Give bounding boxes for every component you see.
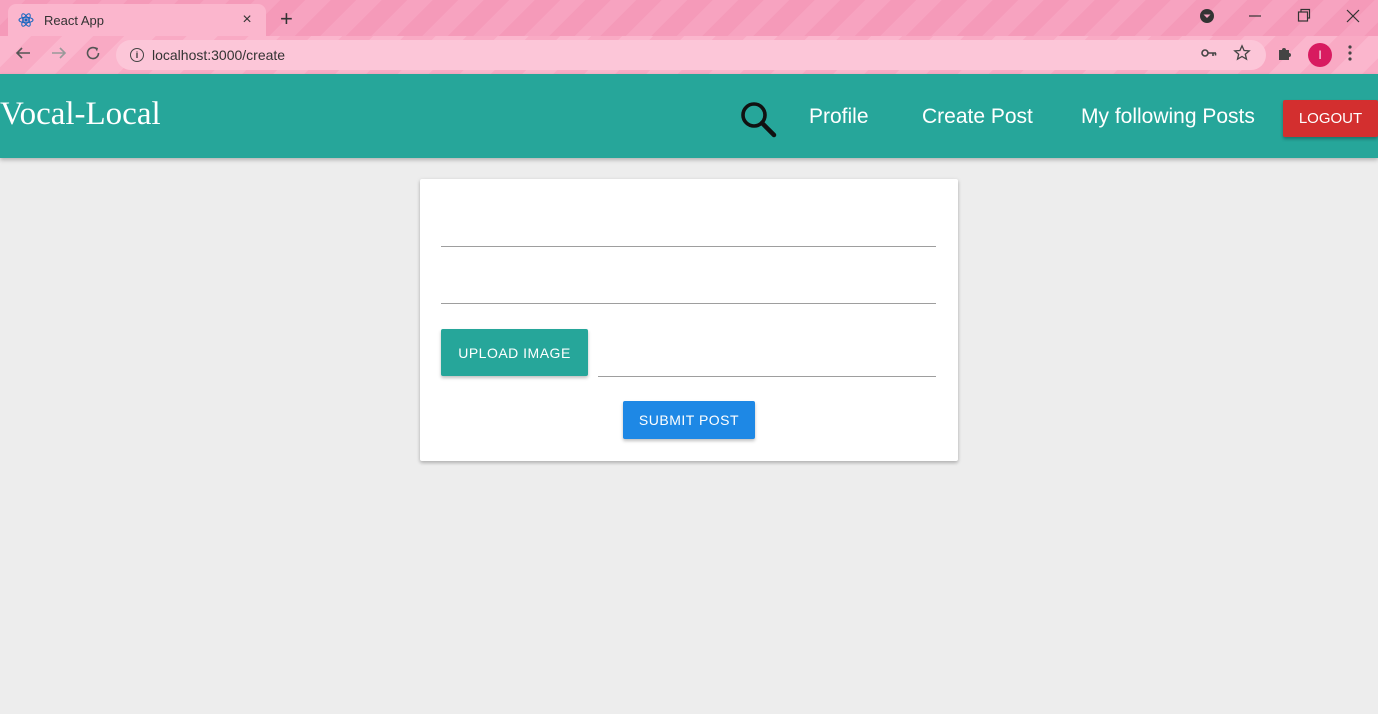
reload-icon[interactable]: [84, 44, 102, 67]
extensions-icon[interactable]: [1276, 44, 1294, 67]
logout-button[interactable]: LOGOUT: [1283, 100, 1378, 137]
nav-create-post-link[interactable]: Create Post: [922, 105, 1033, 129]
nav-profile-link[interactable]: Profile: [809, 105, 869, 129]
react-icon: [18, 12, 34, 28]
url-text: localhost:3000/create: [152, 47, 286, 63]
file-path-input[interactable]: [598, 345, 936, 377]
bookmark-star-icon[interactable]: [1233, 44, 1251, 67]
search-icon[interactable]: [738, 99, 778, 139]
minimize-icon[interactable]: [1248, 6, 1262, 29]
body-input[interactable]: [441, 274, 936, 304]
restore-icon[interactable]: [1297, 6, 1311, 29]
browser-toolbar: i localhost:3000/create: [0, 36, 1378, 74]
tab-title: React App: [44, 12, 104, 28]
nav-following-posts-link[interactable]: My following Posts: [1081, 105, 1255, 129]
close-window-icon[interactable]: [1346, 6, 1360, 29]
browser-tab[interactable]: React App ×: [8, 4, 266, 36]
kebab-menu-icon[interactable]: [1346, 44, 1354, 67]
new-tab-button[interactable]: +: [280, 6, 293, 32]
key-icon[interactable]: [1200, 44, 1218, 67]
site-info-icon[interactable]: i: [130, 48, 144, 62]
create-post-card: UPLOAD IMAGE SUBMIT POST: [420, 179, 958, 461]
tab-close-icon[interactable]: ×: [238, 11, 256, 29]
address-bar[interactable]: i localhost:3000/create: [116, 40, 1266, 70]
app-navbar: Vocal-Local Profile Create Post My follo…: [0, 74, 1378, 158]
submit-post-button[interactable]: SUBMIT POST: [623, 401, 755, 439]
forward-icon[interactable]: [50, 44, 68, 67]
profile-avatar[interactable]: I: [1308, 43, 1332, 67]
browser-tabstrip: React App × +: [0, 0, 1378, 36]
brand-logo[interactable]: Vocal-Local: [0, 96, 161, 133]
back-icon[interactable]: [14, 44, 32, 67]
title-input[interactable]: [441, 217, 936, 247]
browser-menu-icon[interactable]: [1198, 6, 1216, 29]
upload-image-button[interactable]: UPLOAD IMAGE: [441, 329, 588, 376]
